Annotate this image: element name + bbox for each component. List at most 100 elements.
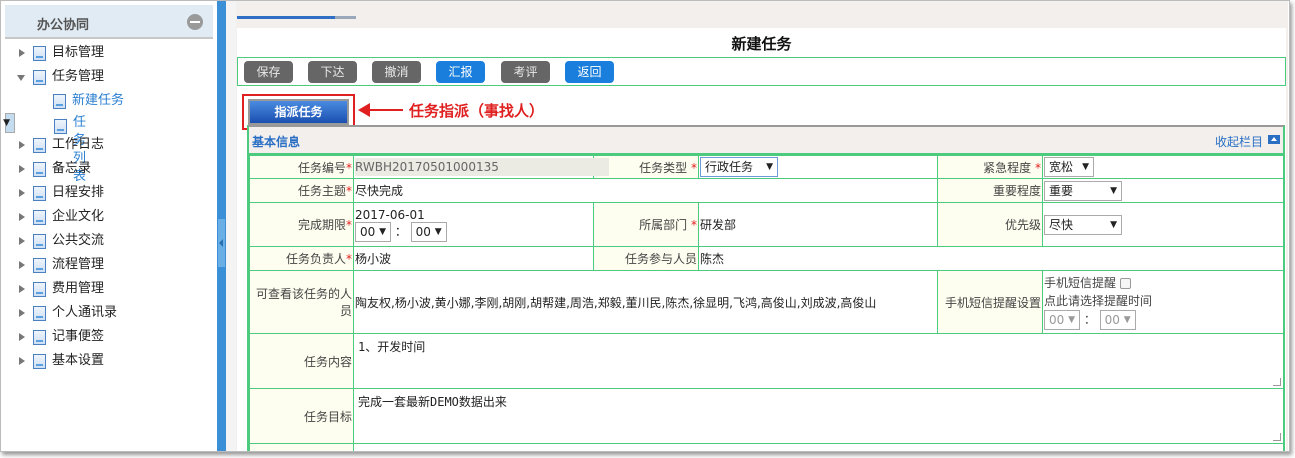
page-title: 新建任务 (731, 35, 792, 53)
sidebar-item-label: 记事便签 (52, 329, 105, 344)
collapsed-arrow-icon[interactable] (19, 309, 25, 317)
assign-task-button[interactable]: 指派任务 (248, 99, 349, 125)
task-no-field: RWBH20170501000135 (355, 158, 609, 176)
department-field[interactable]: 研发部 (698, 202, 938, 247)
sidebar-item-label: 新建任务 (72, 93, 125, 108)
collapsed-arrow-icon[interactable] (19, 333, 25, 341)
sidebar-item-label: 公共交流 (52, 233, 105, 248)
document-icon (33, 354, 46, 369)
sidebar-item[interactable]: 记事便签 (5, 325, 213, 349)
sidebar-item[interactable]: 备忘录 (5, 157, 213, 181)
document-icon (53, 94, 66, 109)
sidebar-item-label: 基本设置 (52, 353, 105, 368)
sidebar-item[interactable]: 个人通讯录 (5, 301, 213, 325)
collapse-up-icon[interactable] (1268, 135, 1280, 144)
deadline-date-input[interactable]: 2017-06-01 (355, 208, 592, 222)
loading-progress-bar (237, 16, 356, 19)
sidebar-item-label: 费用管理 (52, 281, 105, 296)
sidebar-item[interactable]: 目标管理 (5, 41, 213, 65)
collapse-left-icon[interactable] (218, 219, 225, 267)
sidebar-item-label: 企业文化 (52, 209, 105, 224)
collapsed-arrow-icon[interactable] (19, 237, 25, 245)
collapse-minus-icon[interactable] (187, 14, 203, 30)
back-button[interactable]: 返回 (565, 61, 614, 83)
collapsed-arrow-icon[interactable] (19, 261, 25, 269)
viewers-field[interactable]: 陶友权,杨小波,黄小娜,李刚,胡刚,胡帮建,周浩,郑毅,董川民,陈杰,徐显明,飞… (353, 270, 938, 334)
task-type-select[interactable]: 行政任务 (700, 157, 778, 177)
sidebar-item-label: 任务管理 (52, 69, 105, 84)
report-button[interactable]: 汇报 (436, 61, 485, 83)
sms-reminder-checkbox[interactable] (1119, 278, 1131, 289)
collapsed-arrow-icon[interactable] (19, 189, 25, 197)
urgency-select[interactable]: 宽松 (1044, 157, 1094, 177)
priority-select[interactable]: 尽快 (1044, 214, 1122, 235)
issue-button[interactable]: 下达 (308, 61, 357, 83)
sidebar-item[interactable]: 任务管理 (5, 65, 213, 89)
sidebar-item[interactable]: 企业文化 (5, 205, 213, 229)
collapsed-arrow-icon[interactable] (19, 165, 25, 173)
document-icon (33, 210, 46, 225)
collapsed-arrow-icon[interactable] (19, 49, 25, 57)
sidebar-item[interactable]: 基本设置 (5, 349, 213, 373)
owner-field[interactable]: 杨小波 (353, 246, 594, 271)
form-table: 任务编号* RWBH20170501000135 任务类型 * 行政任务 紧急程… (249, 155, 1284, 451)
document-icon (33, 282, 46, 297)
sms-minute-select[interactable]: 00 (1099, 310, 1136, 330)
document-icon (54, 119, 67, 134)
annotation-text: 任务指派（事找人） (409, 102, 545, 120)
document-icon (33, 258, 46, 273)
sidebar-item[interactable]: 公共交流 (5, 229, 213, 253)
collapsed-arrow-icon[interactable] (19, 357, 25, 365)
sidebar-item-label: 日程安排 (52, 185, 105, 200)
document-icon (33, 306, 46, 321)
sidebar-item-label: 备忘录 (52, 161, 92, 176)
goal-textarea[interactable]: 完成一套最新DEMO数据出来 (354, 389, 1283, 443)
section-header: 基本信息 收起栏目 (249, 127, 1283, 155)
sidebar-tree: 目标管理任务管理新建任务任务列表工作日志备忘录日程安排企业文化公共交流流程管理费… (3, 39, 213, 373)
sidebar-item-label: 工作日志 (52, 137, 105, 152)
subject-field[interactable]: 尽快完成 (353, 178, 938, 203)
document-icon (33, 234, 46, 249)
sidebar-item-label: 目标管理 (52, 45, 105, 60)
document-icon (33, 186, 46, 201)
toolbar: 保存 下达 撤消 汇报 考评 返回 (237, 57, 1286, 86)
deadline-hour-select[interactable]: 00 (355, 221, 391, 242)
main-area: 新建任务 保存 下达 撤消 汇报 考评 返回 指派任务 任务指派（事找人） 基本… (236, 1, 1288, 451)
annotation-arrow-icon (358, 103, 403, 117)
basic-info-form: 基本信息 收起栏目 任务编号* RWBH20170501000135 任务类型 … (247, 125, 1285, 451)
sidebar-item[interactable]: 新建任务 (5, 89, 213, 113)
document-icon (33, 70, 46, 85)
content-textarea[interactable]: 1、开发时间 (354, 334, 1283, 388)
section-title: 基本信息 (252, 135, 301, 149)
evaluate-button[interactable]: 考评 (501, 61, 550, 83)
sidebar-item[interactable]: 流程管理 (5, 253, 213, 277)
revoke-button[interactable]: 撤消 (372, 61, 421, 83)
save-button[interactable]: 保存 (244, 61, 293, 83)
sidebar-item[interactable]: 日程安排 (5, 181, 213, 205)
sidebar-header: 办公协同 (5, 5, 213, 39)
window: 办公协同 目标管理任务管理新建任务任务列表工作日志备忘录日程安排企业文化公共交流… (0, 0, 1290, 452)
collapsed-arrow-icon[interactable] (19, 141, 25, 149)
collapse-section-link[interactable]: 收起栏目 (1215, 133, 1263, 150)
sms-hour-select[interactable]: 00 (1044, 310, 1080, 330)
sidebar-title: 办公协同 (37, 18, 90, 33)
document-icon (33, 138, 46, 153)
participants-field[interactable]: 陈杰 (698, 246, 1284, 271)
deadline-minute-select[interactable]: 00 (410, 221, 447, 242)
expanded-arrow-icon[interactable] (17, 75, 25, 81)
collapsed-arrow-icon[interactable] (19, 213, 25, 221)
document-icon (33, 46, 46, 61)
sidebar-item-label: 流程管理 (52, 257, 105, 272)
sidebar-splitter[interactable] (217, 1, 226, 451)
sidebar: 办公协同 目标管理任务管理新建任务任务列表工作日志备忘录日程安排企业文化公共交流… (3, 5, 213, 451)
document-icon (33, 162, 46, 177)
document-icon (33, 330, 46, 345)
sidebar-item[interactable]: 工作日志 (5, 133, 213, 157)
sidebar-item-label: 个人通讯录 (52, 305, 118, 320)
collapsed-arrow-icon[interactable] (19, 285, 25, 293)
sidebar-item[interactable]: 费用管理 (5, 277, 213, 301)
content-panel: 新建任务 保存 下达 撤消 汇报 考评 返回 指派任务 任务指派（事找人） 基本… (237, 28, 1286, 451)
importance-select[interactable]: 重要 (1044, 180, 1122, 201)
sidebar-item[interactable]: 任务列表 (3, 113, 86, 184)
sms-time-hint[interactable]: 点此请选择提醒时间 (1044, 292, 1282, 310)
